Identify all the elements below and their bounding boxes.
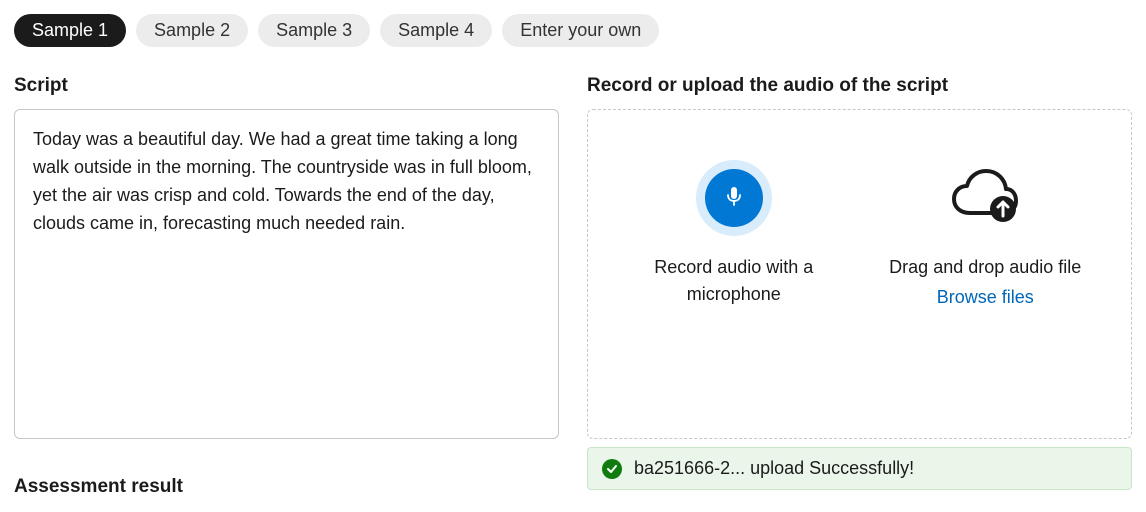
microphone-icon <box>722 184 746 213</box>
cloud-upload-icon <box>950 169 1020 228</box>
upload-status: ba251666-2... upload Successfully! <box>587 447 1132 490</box>
tab-sample-2[interactable]: Sample 2 <box>136 14 248 47</box>
script-textarea[interactable] <box>14 109 559 439</box>
tab-sample-3[interactable]: Sample 3 <box>258 14 370 47</box>
tab-sample-1[interactable]: Sample 1 <box>14 14 126 47</box>
drop-caption: Drag and drop audio file <box>889 254 1081 281</box>
record-caption: Record audio with a microphone <box>621 254 847 308</box>
record-option: Record audio with a microphone <box>621 160 847 308</box>
upload-option: Drag and drop audio file Browse files <box>872 160 1098 308</box>
tab-enter-own[interactable]: Enter your own <box>502 14 659 47</box>
record-button[interactable] <box>696 160 772 236</box>
sample-tabs: Sample 1 Sample 2 Sample 3 Sample 4 Ente… <box>14 14 1132 47</box>
tab-sample-4[interactable]: Sample 4 <box>380 14 492 47</box>
success-check-icon <box>602 459 622 479</box>
upload-dropzone[interactable]: Record audio with a microphone Drag and … <box>587 109 1132 439</box>
status-message: ba251666-2... upload Successfully! <box>634 458 914 479</box>
script-label: Script <box>14 75 559 97</box>
upload-label: Record or upload the audio of the script <box>587 75 1132 97</box>
browse-files-link[interactable]: Browse files <box>937 287 1034 308</box>
assessment-result-label: Assessment result <box>14 476 559 498</box>
